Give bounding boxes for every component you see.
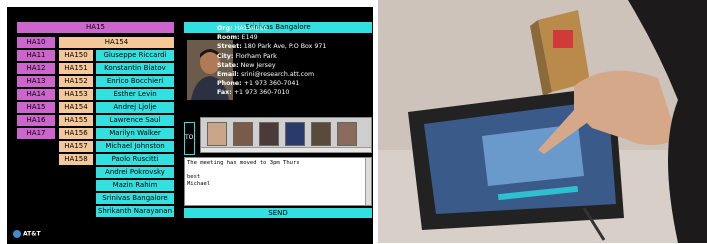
recipient-scrollbar[interactable] xyxy=(201,147,371,152)
person-item[interactable]: Mazin Rahim xyxy=(96,180,174,191)
org-node-ha156[interactable]: HA156 xyxy=(59,128,93,139)
person-item[interactable]: Konstantin Biatov xyxy=(96,63,174,74)
selected-org-node[interactable]: HA154 xyxy=(59,37,174,48)
person-item[interactable]: Paolo Ruscitti xyxy=(96,154,174,165)
person-item[interactable]: Enrico Bocchieri xyxy=(96,76,174,87)
phone-directory-app: HA15 HA10 HA11 HA12 HA13 HA14 HA15 HA16 … xyxy=(7,7,373,244)
org-node-ha150[interactable]: HA150 xyxy=(59,50,93,61)
recipient-thumbnail[interactable] xyxy=(259,122,279,146)
device-photo xyxy=(378,0,707,243)
org-node-ha12[interactable]: HA12 xyxy=(17,63,55,74)
org-node-ha158[interactable]: HA158 xyxy=(59,154,93,165)
recipient-thumbnail[interactable] xyxy=(233,122,253,146)
recipient-thumbnail[interactable] xyxy=(285,122,305,146)
contact-field-state: State: New Jersey xyxy=(217,61,276,69)
contact-info: Org: HA154000 Room: E149 Street: 180 Par… xyxy=(217,24,345,98)
globe-icon xyxy=(13,230,21,238)
org-node-ha10[interactable]: HA10 xyxy=(17,37,55,48)
recipient-thumbnail[interactable] xyxy=(311,122,331,146)
to-label: TO: xyxy=(184,122,195,155)
org-node-ha16[interactable]: HA16 xyxy=(17,115,55,126)
org-node-ha151[interactable]: HA151 xyxy=(59,63,93,74)
contact-field-fax: Fax: +1 973 360-7010 xyxy=(217,89,290,97)
org-node-ha152[interactable]: HA152 xyxy=(59,76,93,87)
contact-field-email: Email: srini@research.att.com xyxy=(217,71,315,79)
person-item[interactable]: Giuseppe Riccardi xyxy=(96,50,174,61)
person-item[interactable]: Michael Johnston xyxy=(96,141,174,152)
org-node-ha153[interactable]: HA153 xyxy=(59,89,93,100)
org-node-ha14[interactable]: HA14 xyxy=(17,89,55,100)
recipient-thumbnail[interactable] xyxy=(207,122,227,146)
recipient-strip[interactable] xyxy=(200,117,372,153)
org-node-ha155[interactable]: HA155 xyxy=(59,115,93,126)
org-node-ha17[interactable]: HA17 xyxy=(17,128,55,139)
person-item[interactable]: Esther Levin xyxy=(96,89,174,100)
org-node-ha15[interactable]: HA15 xyxy=(17,102,55,113)
contact-field-city: City: Florham Park xyxy=(217,52,277,60)
org-node-ha154[interactable]: HA154 xyxy=(59,102,93,113)
person-item[interactable]: Lawrence Saul xyxy=(96,115,174,126)
contact-field-room: Room: E149 xyxy=(217,34,258,42)
att-logo: AT&T xyxy=(13,230,41,238)
send-button[interactable]: SEND xyxy=(184,208,372,218)
person-item[interactable]: Shrikanth Narayanan xyxy=(96,206,174,217)
message-scrollbar[interactable] xyxy=(365,158,371,205)
person-item[interactable]: Srinivas Bangalore xyxy=(96,193,174,204)
person-item[interactable]: Andrei Pokrovsky xyxy=(96,167,174,178)
person-item[interactable]: Andrej Ljolje xyxy=(96,102,174,113)
recipient-thumbnail[interactable] xyxy=(337,122,357,146)
org-node-ha157[interactable]: HA157 xyxy=(59,141,93,152)
person-item[interactable]: Marilyn Walker xyxy=(96,128,174,139)
contact-field-phone: Phone: +1 973 360-7041 xyxy=(217,80,300,88)
contact-field-street: Street: 180 Park Ave, P.O Box 971 xyxy=(217,43,327,51)
tree-root-node[interactable]: HA15 xyxy=(17,22,174,33)
contact-field-org: Org: HA154000 xyxy=(217,25,268,32)
org-node-ha13[interactable]: HA13 xyxy=(17,76,55,87)
org-node-ha11[interactable]: HA11 xyxy=(17,50,55,61)
message-textarea[interactable]: The meeting has moved to 3pm Thurs best … xyxy=(184,157,372,206)
message-text: The meeting has moved to 3pm Thurs best … xyxy=(187,160,300,187)
